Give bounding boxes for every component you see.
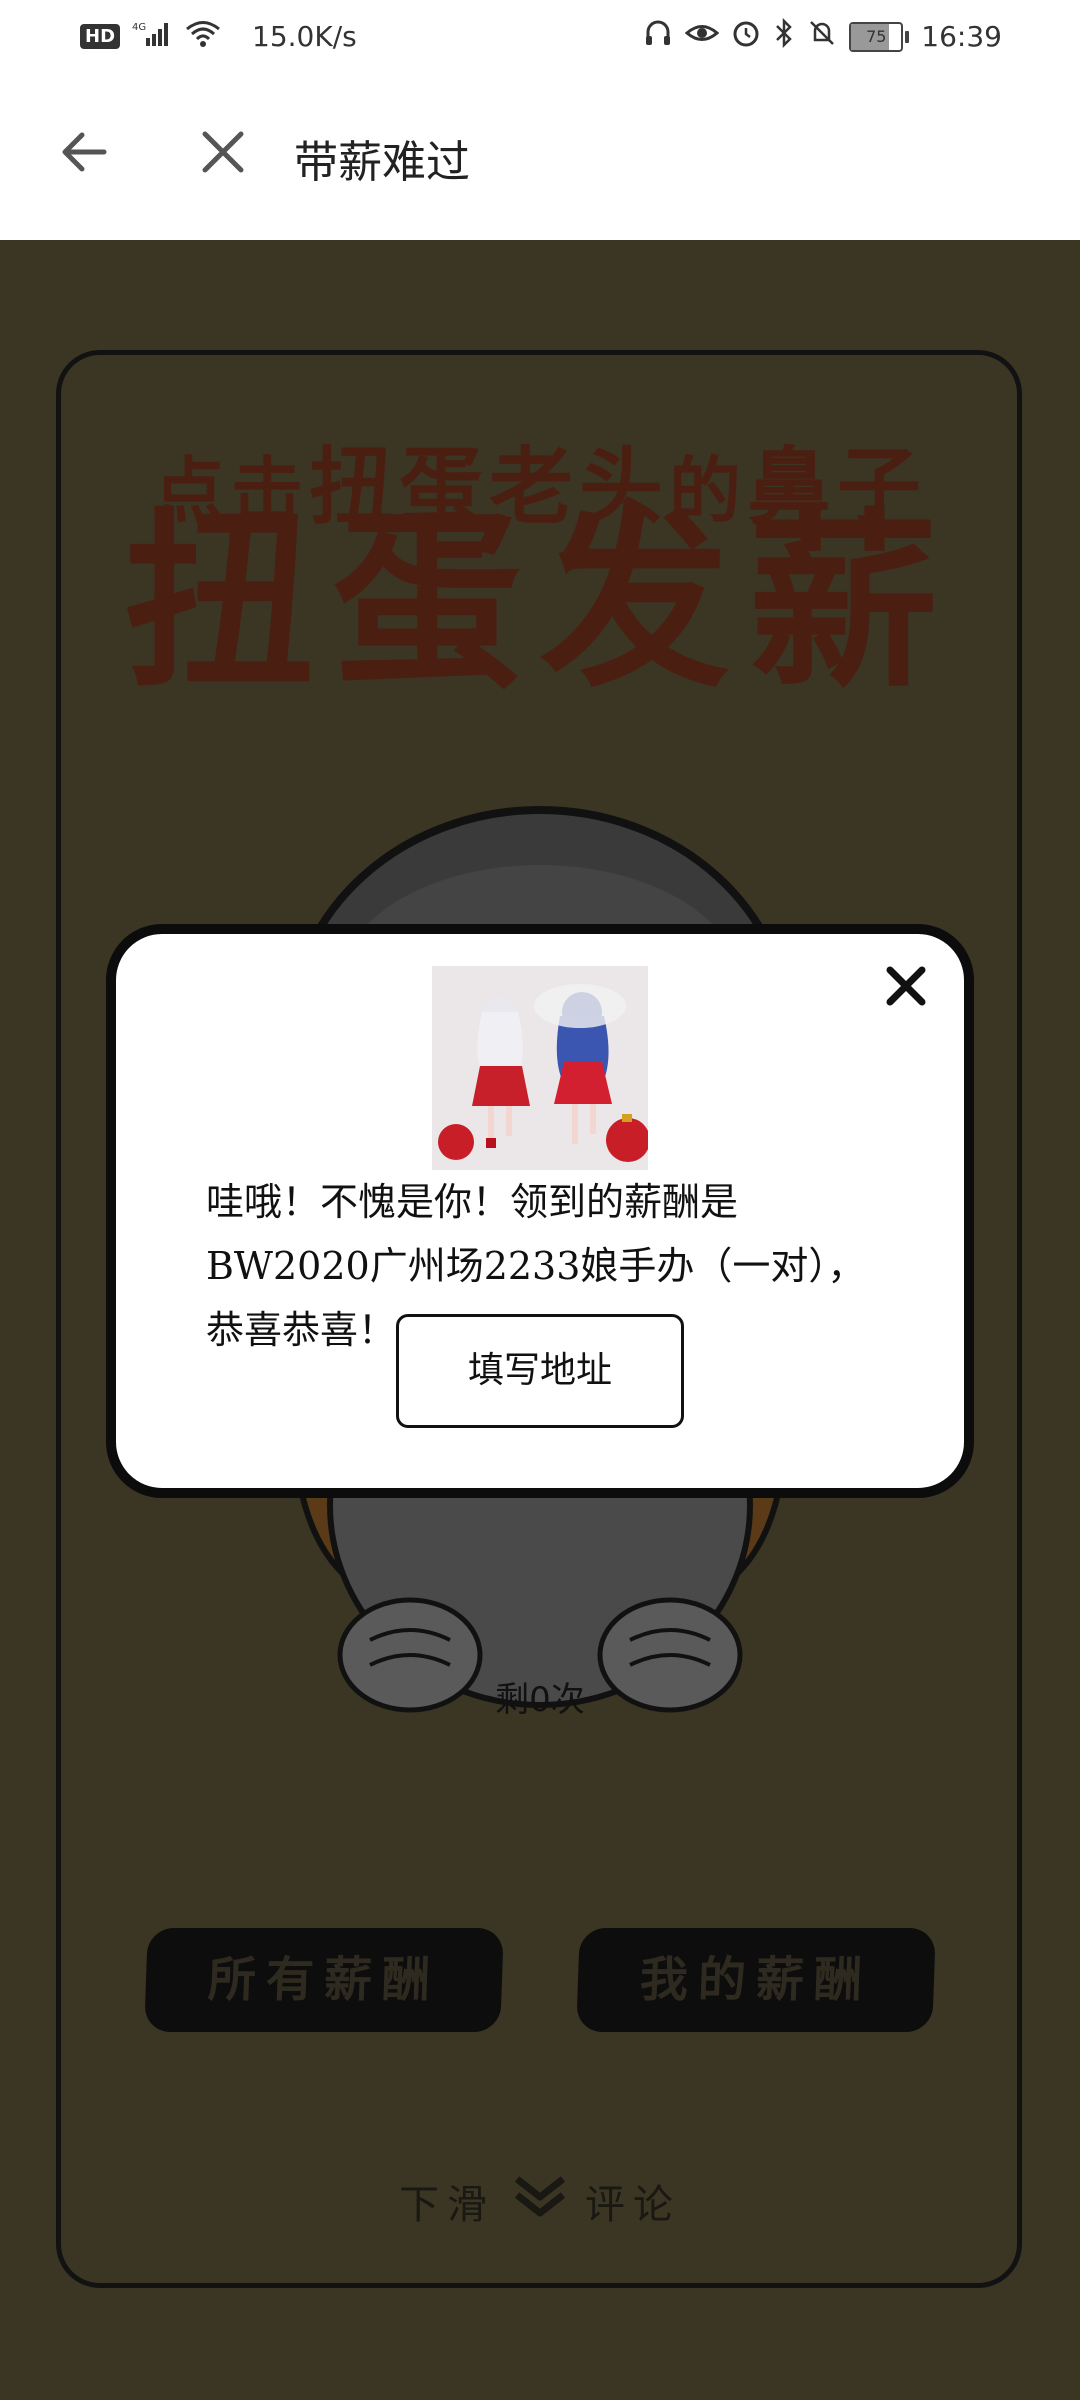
battery-icon: 75 [849,21,910,52]
network-speed: 15.0K/s [252,20,357,53]
all-rewards-button[interactable]: 所有薪酬 [144,1928,504,2032]
double-chevron-down-icon [513,2173,567,2229]
page-title: 带薪难过 [294,137,470,188]
close-icon[interactable] [195,124,251,180]
game-title: 扭蛋发薪 [123,492,956,713]
back-arrow-icon[interactable] [56,124,112,180]
bluetooth-icon [773,17,795,55]
eye-icon [685,18,720,55]
wifi-icon [184,18,222,55]
dialog-close-icon[interactable] [884,964,928,1008]
prize-image [432,966,648,1170]
status-bar: HD 4G 15.0K/s 75 16:39 [0,0,1080,72]
signal-icon: 4G [132,20,172,53]
remaining-count: 剩0次 [495,1680,585,1720]
clock: 16:39 [921,20,1002,53]
scroll-to-comments-hint[interactable]: 下滑 评论 [0,2172,1080,2230]
alarm-icon [731,18,761,55]
mute-bell-icon [807,18,837,55]
network-type: 4G [132,22,146,33]
page-header: 带薪难过 [0,72,1080,240]
hd-badge: HD [80,24,121,49]
my-rewards-button[interactable]: 我的薪酬 [576,1928,936,2032]
headphones-icon [643,18,673,55]
fill-address-button[interactable]: 填写地址 [396,1314,684,1428]
